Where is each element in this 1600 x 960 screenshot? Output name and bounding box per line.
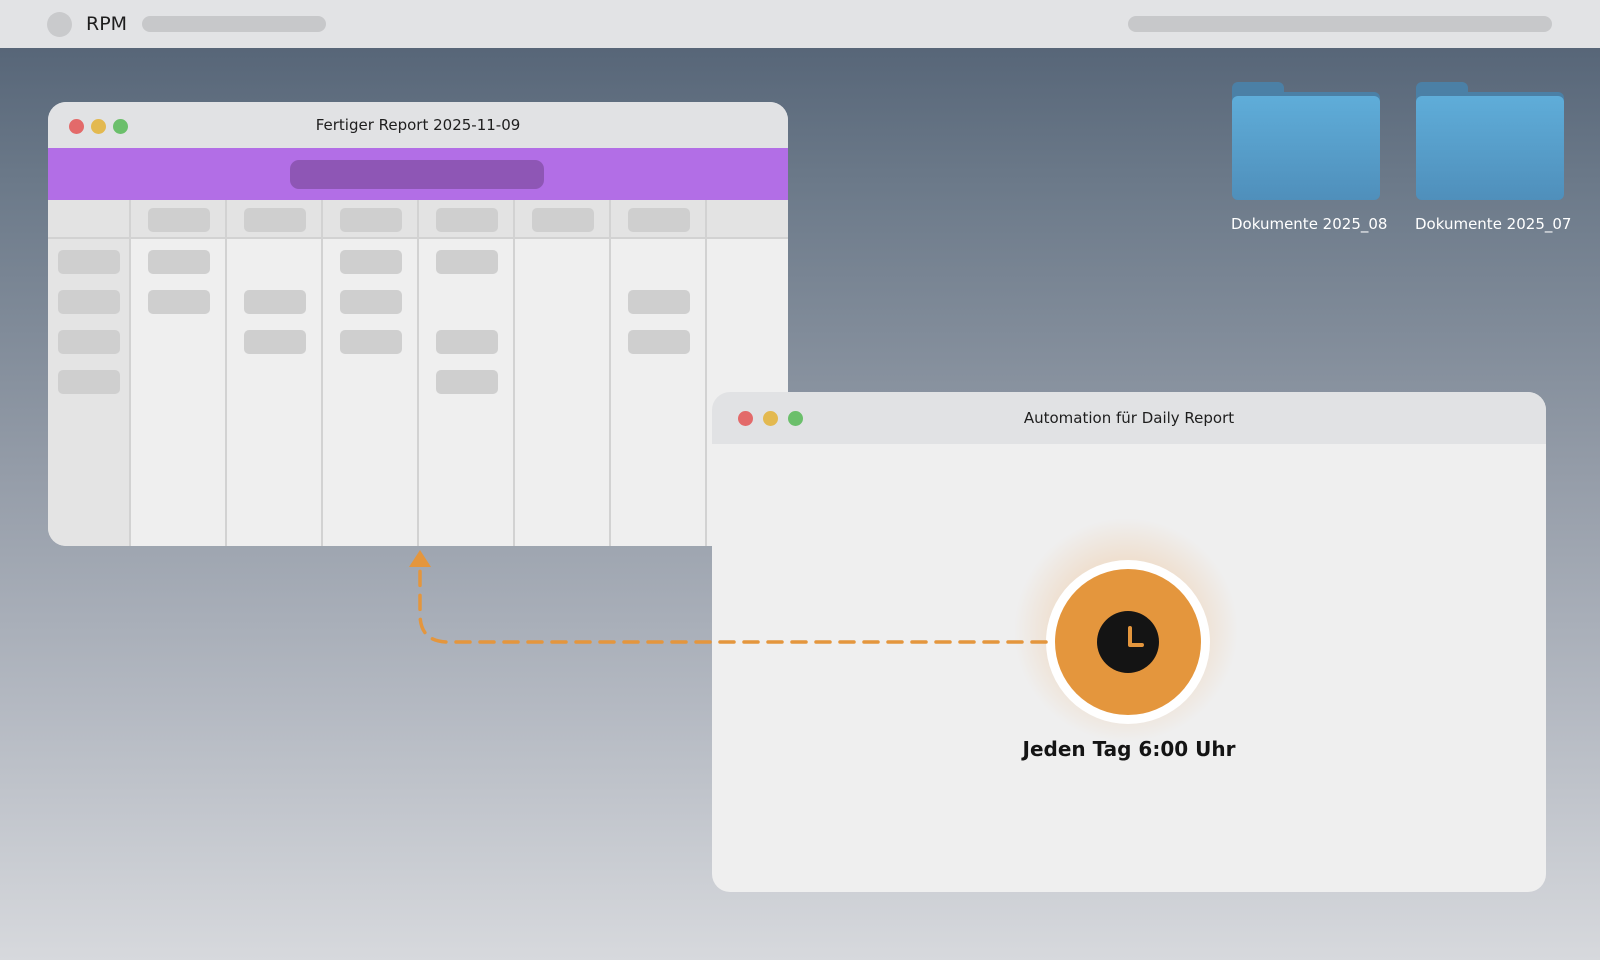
table-row-label: [58, 330, 120, 354]
table-cell[interactable]: [628, 330, 690, 354]
table-header-cell[interactable]: [628, 208, 690, 232]
folder-label: Dokumente 2025_08: [1231, 215, 1388, 233]
table-row-label: [58, 250, 120, 274]
desktop-folder-2025-07[interactable]: Dokumente 2025_07: [1415, 82, 1572, 234]
window-title: Fertiger Report 2025-11-09: [315, 116, 521, 134]
schedule-trigger-button[interactable]: [1046, 560, 1210, 724]
window-title: Automation für Daily Report: [1023, 409, 1235, 427]
table-cell[interactable]: [340, 330, 402, 354]
table-row-label: [58, 370, 120, 394]
schedule-label: Jeden Tag 6:00 Uhr: [1022, 737, 1236, 761]
table-header-cell[interactable]: [244, 208, 306, 232]
trigger-disc: [1055, 569, 1201, 715]
toolbar-search-placeholder[interactable]: [290, 160, 544, 189]
folder-icon[interactable]: [1232, 82, 1380, 200]
table-cell[interactable]: [436, 330, 498, 354]
menu-placeholder-left: [142, 16, 326, 32]
folder-icon[interactable]: [1416, 82, 1564, 200]
table-header-cell[interactable]: [340, 208, 402, 232]
automation-window-titlebar[interactable]: Automation für Daily Report: [712, 392, 1546, 444]
avatar[interactable]: [47, 12, 72, 37]
table-header-cell[interactable]: [532, 208, 594, 232]
table-cell[interactable]: [244, 330, 306, 354]
table-header-cell[interactable]: [436, 208, 498, 232]
automation-window: Automation für Daily Report Jeden Tag 6:…: [712, 392, 1546, 892]
table-cell[interactable]: [244, 290, 306, 314]
table-cell[interactable]: [436, 370, 498, 394]
table-cell[interactable]: [340, 290, 402, 314]
folder-label: Dokumente 2025_07: [1415, 215, 1572, 233]
table-cell[interactable]: [148, 290, 210, 314]
table-cell[interactable]: [148, 250, 210, 274]
menu-bar: RPM: [0, 0, 1600, 48]
table-header-cell[interactable]: [148, 208, 210, 232]
table-row-label: [58, 290, 120, 314]
clock-icon: [1097, 611, 1159, 673]
menu-placeholder-right: [1128, 16, 1552, 32]
report-window: Fertiger Report 2025-11-09: [48, 102, 788, 546]
table-cell[interactable]: [628, 290, 690, 314]
report-table: [48, 200, 788, 546]
report-toolbar: [48, 148, 788, 200]
table-cell[interactable]: [340, 250, 402, 274]
arrowhead-icon: [409, 550, 431, 567]
report-window-titlebar[interactable]: Fertiger Report 2025-11-09: [48, 102, 788, 148]
desktop-folder-2025-08[interactable]: Dokumente 2025_08: [1231, 82, 1388, 234]
app-name: RPM: [86, 13, 128, 35]
table-cell[interactable]: [436, 250, 498, 274]
